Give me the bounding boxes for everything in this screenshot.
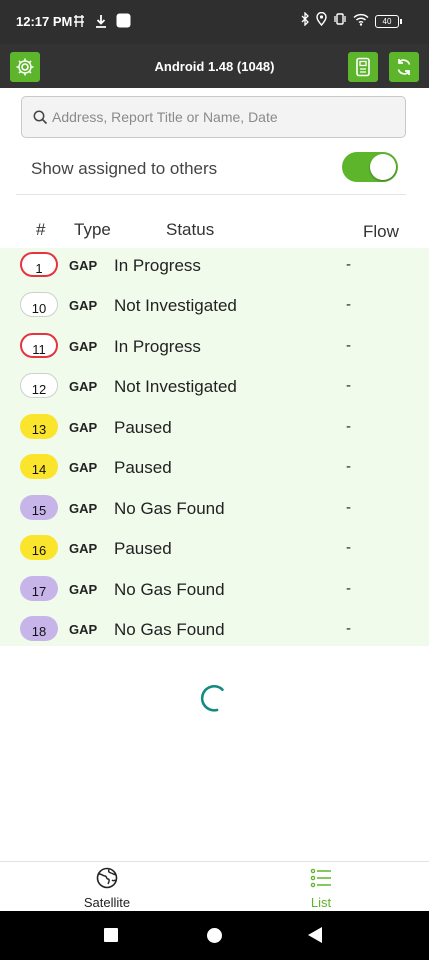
sync-button[interactable] xyxy=(389,52,419,82)
search-input[interactable] xyxy=(52,97,392,137)
app-notification-icon xyxy=(116,13,131,33)
column-flow[interactable]: Flow xyxy=(363,222,399,242)
report-number-badge: 16 xyxy=(20,535,58,560)
report-number-badge: 1 xyxy=(20,252,58,277)
device-button[interactable] xyxy=(348,52,378,82)
report-status: No Gas Found xyxy=(114,580,225,599)
report-status: No Gas Found xyxy=(114,620,225,639)
report-number-badge: 17 xyxy=(20,576,58,601)
report-number-badge: 13 xyxy=(20,414,58,439)
table-row[interactable]: 10 GAP Not Investigated - xyxy=(0,290,429,330)
wifi-icon xyxy=(353,13,369,31)
report-number-badge: 18 xyxy=(20,616,58,641)
report-type: GAP xyxy=(69,379,98,394)
report-status: Paused xyxy=(114,539,172,558)
table-header: # Type Status Flow xyxy=(0,212,429,246)
status-bar: 12:17 PM 40 xyxy=(0,0,429,44)
assigned-toggle-switch[interactable] xyxy=(342,152,398,182)
search-icon xyxy=(33,110,48,130)
report-type: GAP xyxy=(69,541,98,556)
toggle-knob xyxy=(370,154,396,180)
report-flow: - xyxy=(346,296,351,313)
nav-satellite-label: Satellite xyxy=(83,895,131,910)
report-type: GAP xyxy=(69,622,98,637)
report-type: GAP xyxy=(69,420,98,435)
assigned-toggle-row: Show assigned to others xyxy=(16,148,406,195)
report-status: Not Investigated xyxy=(114,377,237,396)
notification-icon xyxy=(72,14,86,33)
status-time: 12:17 PM xyxy=(16,14,73,29)
nav-list-label: List xyxy=(310,895,332,910)
report-type: GAP xyxy=(69,258,98,273)
report-type: GAP xyxy=(69,298,98,313)
table-row[interactable]: 18 GAP No Gas Found - xyxy=(0,614,429,654)
sync-icon xyxy=(397,59,411,75)
list-icon xyxy=(310,867,332,894)
app-bar: Android 1.48 (1048) xyxy=(0,44,429,88)
system-navigation-bar xyxy=(0,911,429,960)
report-flow: - xyxy=(346,377,351,394)
table-row[interactable]: 17 GAP No Gas Found - xyxy=(0,574,429,614)
table-row[interactable]: 16 GAP Paused - xyxy=(0,533,429,573)
report-type: GAP xyxy=(69,501,98,516)
nav-satellite[interactable]: Satellite xyxy=(0,862,214,912)
report-status: No Gas Found xyxy=(114,499,225,518)
table-row[interactable]: 11 GAP In Progress - xyxy=(0,331,429,371)
battery-icon: 40 xyxy=(375,15,402,28)
table-row[interactable]: 14 GAP Paused - xyxy=(0,452,429,492)
recent-apps-icon[interactable] xyxy=(104,928,118,942)
report-type: GAP xyxy=(69,582,98,597)
table-row[interactable]: 15 GAP No Gas Found - xyxy=(0,493,429,533)
report-number-badge: 12 xyxy=(20,373,58,398)
assigned-toggle-label: Show assigned to others xyxy=(31,159,218,178)
report-flow: - xyxy=(346,580,351,597)
report-status: In Progress xyxy=(114,256,201,275)
report-list: 1 GAP In Progress - 10 GAP Not Investiga… xyxy=(0,248,429,646)
report-number-badge: 10 xyxy=(20,292,58,317)
search-bar xyxy=(21,96,406,138)
table-row[interactable]: 12 GAP Not Investigated - xyxy=(0,371,429,411)
back-icon[interactable] xyxy=(308,927,322,943)
report-status: Paused xyxy=(114,418,172,437)
device-icon xyxy=(356,57,370,77)
report-status: In Progress xyxy=(114,337,201,356)
report-flow: - xyxy=(346,256,351,273)
report-type: GAP xyxy=(69,339,98,354)
column-status[interactable]: Status xyxy=(166,220,214,240)
report-flow: - xyxy=(346,499,351,516)
column-type[interactable]: Type xyxy=(74,220,111,240)
location-icon xyxy=(316,11,327,31)
nav-list[interactable]: List xyxy=(214,862,428,912)
download-icon xyxy=(94,14,108,33)
report-number-badge: 14 xyxy=(20,454,58,479)
globe-icon xyxy=(96,867,118,894)
report-type: GAP xyxy=(69,460,98,475)
vibrate-icon xyxy=(333,12,347,31)
report-flow: - xyxy=(346,539,351,556)
bottom-navigation: Satellite List xyxy=(0,861,429,912)
report-status: Paused xyxy=(114,458,172,477)
home-icon[interactable] xyxy=(207,928,222,943)
report-flow: - xyxy=(346,458,351,475)
table-row[interactable]: 1 GAP In Progress - xyxy=(0,250,429,290)
table-row[interactable]: 13 GAP Paused - xyxy=(0,412,429,452)
report-status: Not Investigated xyxy=(114,296,237,315)
report-flow: - xyxy=(346,418,351,435)
bluetooth-icon xyxy=(300,11,310,31)
report-number-badge: 15 xyxy=(20,495,58,520)
loading-spinner-icon xyxy=(198,683,228,713)
report-flow: - xyxy=(346,620,351,637)
report-flow: - xyxy=(346,337,351,354)
report-number-badge: 11 xyxy=(20,333,58,358)
column-number[interactable]: # xyxy=(36,220,45,240)
